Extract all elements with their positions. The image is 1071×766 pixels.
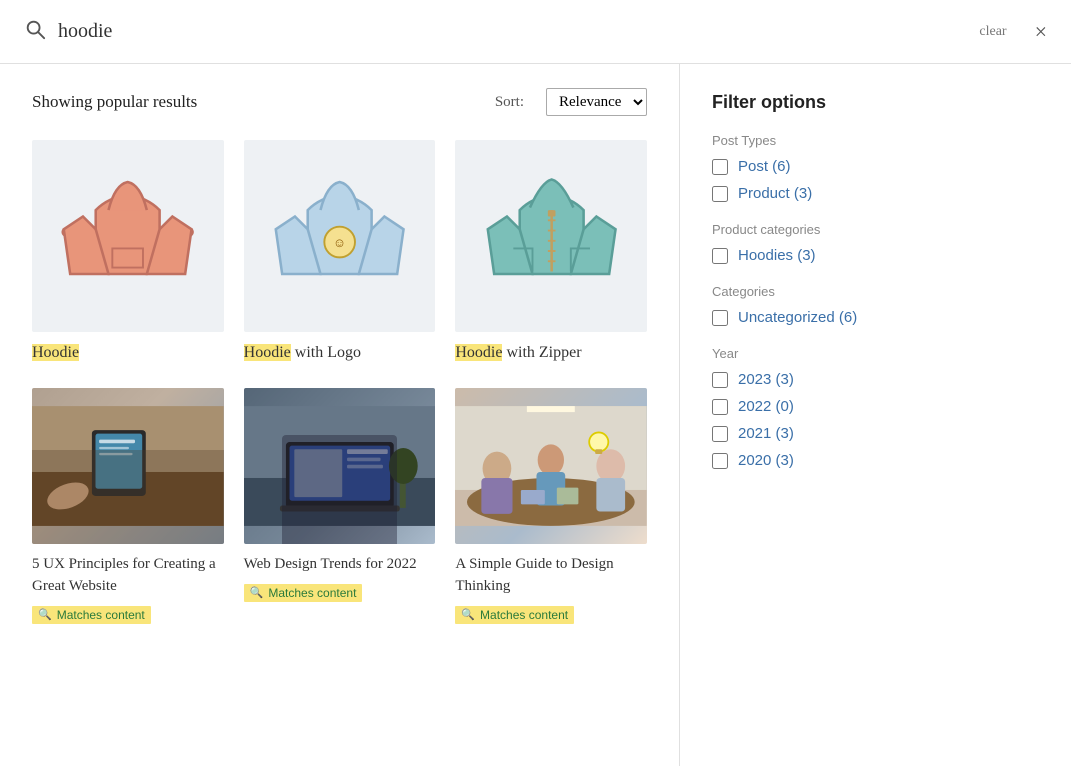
post-card-ux: 5 UX Principles for Creating a Great Web… xyxy=(32,388,224,624)
search-input[interactable] xyxy=(58,20,967,43)
results-area: Showing popular results Sort: Relevance … xyxy=(0,64,680,766)
product-title-hoodie: Hoodie xyxy=(32,342,224,364)
close-button[interactable]: × xyxy=(1035,19,1047,45)
filter-section-label-post-types: Post Types xyxy=(712,133,968,148)
results-header: Showing popular results Sort: Relevance … xyxy=(32,88,647,116)
highlight-hoodie-zipper: Hoodie xyxy=(455,344,502,361)
filter-item-2021: 2021 (3) xyxy=(712,425,968,442)
product-thumb-hoodie-logo[interactable]: ☺ xyxy=(244,140,436,332)
sort-select[interactable]: Relevance Date Price xyxy=(546,88,647,116)
clear-button[interactable]: clear xyxy=(979,24,1006,40)
filter-sidebar: Filter options Post Types Post (6) Produ… xyxy=(680,64,1000,766)
filter-item-product: Product (3) xyxy=(712,185,968,202)
search-small-icon-ux: 🔍 xyxy=(38,608,52,621)
search-small-icon-webdesign: 🔍 xyxy=(250,586,264,599)
post-card-design-thinking: A Simple Guide to Design Thinking 🔍 Matc… xyxy=(455,388,647,624)
post-title-design-thinking[interactable]: A Simple Guide to Design Thinking xyxy=(455,554,647,598)
post-title-ux[interactable]: 5 UX Principles for Creating a Great Web… xyxy=(32,554,224,598)
showing-label: Showing popular results xyxy=(32,92,197,112)
svg-text:☺: ☺ xyxy=(333,235,346,250)
post-title-webdesign[interactable]: Web Design Trends for 2022 xyxy=(244,554,436,576)
post-thumb-design-thinking[interactable] xyxy=(455,388,647,544)
filter-item-2022: 2022 (0) xyxy=(712,398,968,415)
filter-section-label-categories: Categories xyxy=(712,284,968,299)
filter-label-2021[interactable]: 2021 (3) xyxy=(738,425,794,442)
main-layout: Showing popular results Sort: Relevance … xyxy=(0,64,1071,766)
matches-content-design-thinking: 🔍 Matches content xyxy=(455,606,574,624)
matches-content-webdesign: 🔍 Matches content xyxy=(244,584,363,602)
post-card-webdesign: Web Design Trends for 2022 🔍 Matches con… xyxy=(244,388,436,624)
filter-label-2023[interactable]: 2023 (3) xyxy=(738,371,794,388)
checkbox-2022[interactable] xyxy=(712,399,728,415)
product-card-hoodie-zipper: Hoodie with Zipper xyxy=(455,140,647,364)
filter-section-post-types: Post Types Post (6) Product (3) xyxy=(712,133,968,202)
filter-item-2023: 2023 (3) xyxy=(712,371,968,388)
product-card-hoodie: Hoodie xyxy=(32,140,224,364)
post-thumb-webdesign[interactable] xyxy=(244,388,436,544)
filter-label-2022[interactable]: 2022 (0) xyxy=(738,398,794,415)
filter-label-post[interactable]: Post (6) xyxy=(738,158,791,175)
product-card-hoodie-logo: ☺ Hoodie with Logo xyxy=(244,140,436,364)
checkbox-post[interactable] xyxy=(712,159,728,175)
highlight-hoodie-logo: Hoodie xyxy=(244,344,291,361)
post-thumb-ux[interactable] xyxy=(32,388,224,544)
filter-section-categories: Categories Uncategorized (6) xyxy=(712,284,968,326)
products-grid: Hoodie ☺ xyxy=(32,140,647,364)
sort-label: Sort: xyxy=(495,94,524,111)
checkbox-2023[interactable] xyxy=(712,372,728,388)
filter-section-label-product-categories: Product categories xyxy=(712,222,968,237)
filter-section-label-year: Year xyxy=(712,346,968,361)
product-thumb-hoodie-zipper[interactable] xyxy=(455,140,647,332)
filter-title: Filter options xyxy=(712,92,968,113)
filter-item-2020: 2020 (3) xyxy=(712,452,968,469)
filter-label-2020[interactable]: 2020 (3) xyxy=(738,452,794,469)
search-bar: clear × xyxy=(0,0,1071,64)
checkbox-2020[interactable] xyxy=(712,453,728,469)
checkbox-hoodies[interactable] xyxy=(712,248,728,264)
search-icon xyxy=(24,18,46,46)
product-title-hoodie-logo: Hoodie with Logo xyxy=(244,342,436,364)
search-small-icon-design-thinking: 🔍 xyxy=(461,608,475,621)
filter-label-uncategorized[interactable]: Uncategorized (6) xyxy=(738,309,857,326)
checkbox-uncategorized[interactable] xyxy=(712,310,728,326)
matches-content-ux: 🔍 Matches content xyxy=(32,606,151,624)
filter-section-product-categories: Product categories Hoodies (3) xyxy=(712,222,968,264)
filter-item-uncategorized: Uncategorized (6) xyxy=(712,309,968,326)
filter-label-product[interactable]: Product (3) xyxy=(738,185,812,202)
filter-label-hoodies[interactable]: Hoodies (3) xyxy=(738,247,816,264)
checkbox-product[interactable] xyxy=(712,186,728,202)
checkbox-2021[interactable] xyxy=(712,426,728,442)
filter-item-hoodies: Hoodies (3) xyxy=(712,247,968,264)
filter-item-post: Post (6) xyxy=(712,158,968,175)
product-title-hoodie-zipper: Hoodie with Zipper xyxy=(455,342,647,364)
product-thumb-hoodie[interactable] xyxy=(32,140,224,332)
posts-grid: 5 UX Principles for Creating a Great Web… xyxy=(32,388,647,624)
filter-section-year: Year 2023 (3) 2022 (0) 2021 (3) 2020 (3) xyxy=(712,346,968,469)
highlight-hoodie: Hoodie xyxy=(32,344,79,361)
